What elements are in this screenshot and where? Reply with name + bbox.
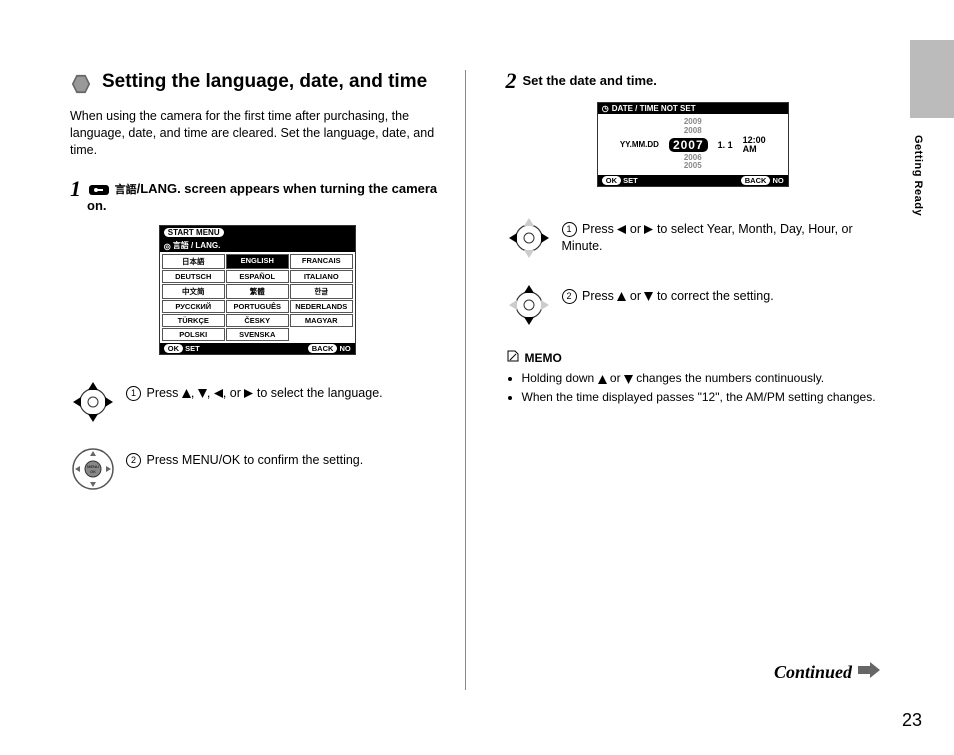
dpad-updown-icon: [506, 282, 552, 331]
arrow-right-icon: [858, 661, 880, 684]
dpad-arrows-icon: [70, 379, 116, 428]
language-option: POLSKI: [162, 328, 225, 341]
clock-icon: ◷: [602, 104, 609, 113]
thumb-tab: [910, 40, 954, 118]
lang-suffix: /LANG.: [137, 181, 181, 196]
lcd-date-screen: ◷ DATE / TIME NOT SET 2009 2008 YY.MM.DD…: [597, 102, 789, 187]
language-option: ITALIANO: [290, 270, 353, 283]
continued-label: Continued: [774, 661, 880, 684]
step-2-text: Set the date and time.: [523, 70, 657, 90]
step1-sub1-text: Press , , , or to select the language.: [146, 386, 382, 400]
language-option: FRANCAIS: [290, 254, 353, 269]
page-number: 23: [902, 710, 922, 731]
step1-sub2: MENU OK 2 Press MENU/OK to confirm the s…: [70, 446, 445, 495]
language-option: ESPAÑOL: [226, 270, 289, 283]
left-column: Setting the language, date, and time Whe…: [70, 70, 466, 690]
language-option: ENGLISH: [226, 254, 289, 269]
step-1-text: 言語/LANG. screen appears when turning the…: [87, 178, 445, 215]
language-grid: 日本語ENGLISHFRANCAIS DEUTSCHESPAÑOLITALIANO…: [160, 252, 355, 343]
lang-glyph: 言語: [115, 184, 137, 196]
section-heading: Setting the language, date, and time: [102, 70, 427, 94]
circled-1-icon: 1: [126, 386, 141, 401]
step-2: 2 Set the date and time.: [506, 70, 881, 92]
memo-heading: MEMO: [506, 349, 881, 366]
language-option: 日本語: [162, 254, 225, 269]
step1-sub1: 1 Press , , , or to select the language.: [70, 379, 445, 428]
step2-sub2-text: Press or to correct the setting.: [582, 289, 774, 303]
language-option: TÜRKÇE: [162, 314, 225, 327]
language-option: [290, 328, 353, 341]
step-number: 2: [506, 70, 517, 92]
step2-sub1-text: Press or to select Year, Month, Day, Hou…: [562, 222, 853, 253]
step-1: 1 言語/LANG. screen appears when turning t…: [70, 178, 445, 215]
language-option: SVENSKA: [226, 328, 289, 341]
memo-item: Holding down or changes the numbers cont…: [522, 370, 881, 386]
language-option: DEUTSCH: [162, 270, 225, 283]
note-icon: [506, 349, 520, 366]
step1-sub2-text: Press MENU/OK to confirm the setting.: [146, 453, 363, 467]
intro-paragraph: When using the camera for the first time…: [70, 108, 445, 159]
language-option: PORTUGUÊS: [226, 300, 289, 313]
lcd-language-screen: START MENU ◎言語 / LANG. 日本語ENGLISHFRANCAI…: [159, 225, 356, 355]
lcd-date-title: DATE / TIME NOT SET: [612, 104, 696, 113]
wrench-icon: [89, 185, 109, 195]
svg-text:OK: OK: [90, 469, 96, 474]
circled-2-icon: 2: [562, 289, 577, 304]
lcd-footer: OK SET BACK NO: [160, 343, 355, 354]
section-side-label: Getting Ready: [912, 135, 924, 216]
memo-list: Holding down or changes the numbers cont…: [506, 370, 881, 405]
language-option: РУССКИЙ: [162, 300, 225, 313]
circled-1-icon: 1: [562, 222, 577, 237]
memo-item: When the time displayed passes "12", the…: [522, 389, 881, 405]
circled-2-icon: 2: [126, 453, 141, 468]
language-option: NEDERLANDS: [290, 300, 353, 313]
lcd-subtitle: ◎言語 / LANG.: [160, 239, 355, 252]
language-option: 繁體: [226, 284, 289, 299]
dpad-menu-icon: MENU OK: [70, 446, 116, 495]
language-option: 中文简: [162, 284, 225, 299]
lcd-start-menu: START MENU: [164, 228, 224, 237]
step-number: 1: [70, 178, 81, 200]
manual-page: Getting Ready Setting the language, date…: [0, 0, 954, 755]
dpad-leftright-icon: [506, 215, 552, 264]
hex-bullet-icon: [70, 73, 92, 98]
step2-sub2: 2 Press or to correct the setting.: [506, 282, 881, 331]
selected-year: 2007: [669, 138, 708, 152]
right-column: 2 Set the date and time. ◷ DATE / TIME N…: [496, 70, 881, 690]
content-area: Setting the language, date, and time Whe…: [70, 70, 880, 690]
language-option: MAGYAR: [290, 314, 353, 327]
language-option: ČESKY: [226, 314, 289, 327]
language-option: 한글: [290, 284, 353, 299]
step2-sub1: 1 Press or to select Year, Month, Day, H…: [506, 215, 881, 264]
